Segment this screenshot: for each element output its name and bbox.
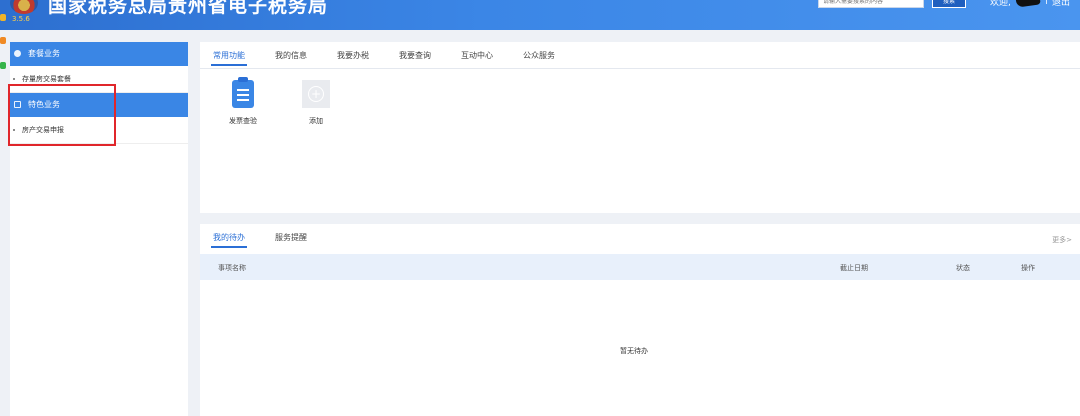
sidebar-item-label: 存量房交易套餐: [22, 75, 71, 83]
tab-tax-handling[interactable]: 我要办税: [337, 50, 369, 61]
table-header: 事项名称 截止日期 状态 操作: [200, 254, 1080, 280]
column-header-item-name: 事项名称: [218, 264, 246, 272]
tab-common-functions[interactable]: 常用功能: [211, 50, 247, 66]
side-widget-icon[interactable]: [0, 62, 6, 69]
package-icon: [14, 50, 21, 57]
tab-my-info[interactable]: 我的信息: [275, 50, 307, 61]
more-link[interactable]: 更多>: [1052, 235, 1072, 245]
common-functions-panel: 常用功能 我的信息 我要办税 我要查询 互动中心 公众服务 发票查验 添加: [200, 42, 1080, 213]
function-add[interactable]: 添加: [291, 80, 341, 126]
header-separator: |: [1045, 0, 1049, 5]
column-header-status: 状态: [956, 264, 970, 272]
column-header-deadline: 截止日期: [840, 264, 868, 272]
tab-my-todo[interactable]: 我的待办: [211, 232, 247, 248]
add-icon: [302, 80, 330, 110]
side-widget-icon[interactable]: [0, 37, 6, 44]
search-button[interactable]: 搜索: [932, 0, 966, 8]
bullet-icon: [13, 78, 15, 80]
sidebar-group-package[interactable]: 套餐业务: [10, 42, 188, 66]
top-header: 国家税务总局贵州省电子税务局 3.5.6 搜索 欢迎, | 退出: [0, 0, 1080, 30]
empty-todo-message: 暂无待办: [620, 347, 648, 355]
welcome-text: 欢迎,: [990, 0, 1011, 8]
search-input[interactable]: [818, 0, 924, 8]
tab-service-reminders[interactable]: 服务提醒: [275, 232, 307, 243]
function-label: 添加: [309, 117, 323, 125]
tab-public-services[interactable]: 公众服务: [523, 50, 555, 61]
tax-emblem-logo: [10, 0, 38, 14]
version-label: 3.5.6: [12, 15, 30, 23]
redacted-username: [1015, 0, 1041, 8]
function-invoice-check[interactable]: 发票查验: [218, 77, 268, 126]
tab-interaction-center[interactable]: 互动中心: [461, 50, 493, 61]
invoice-document-icon: [229, 77, 257, 110]
site-title: 国家税务总局贵州省电子税务局: [48, 0, 329, 17]
column-header-actions: 操作: [1021, 264, 1035, 272]
function-label: 发票查验: [229, 117, 257, 125]
sidebar-group-label: 套餐业务: [28, 49, 60, 58]
side-widget-icon[interactable]: [0, 14, 6, 21]
highlight-annotation-box: [8, 84, 116, 146]
todo-panel: 我的待办 服务提醒 更多> 事项名称 截止日期 状态 操作 暂无待办: [200, 224, 1080, 416]
tab-divider: [200, 68, 1080, 69]
tab-query[interactable]: 我要查询: [399, 50, 431, 61]
logout-link[interactable]: 退出: [1052, 0, 1070, 8]
